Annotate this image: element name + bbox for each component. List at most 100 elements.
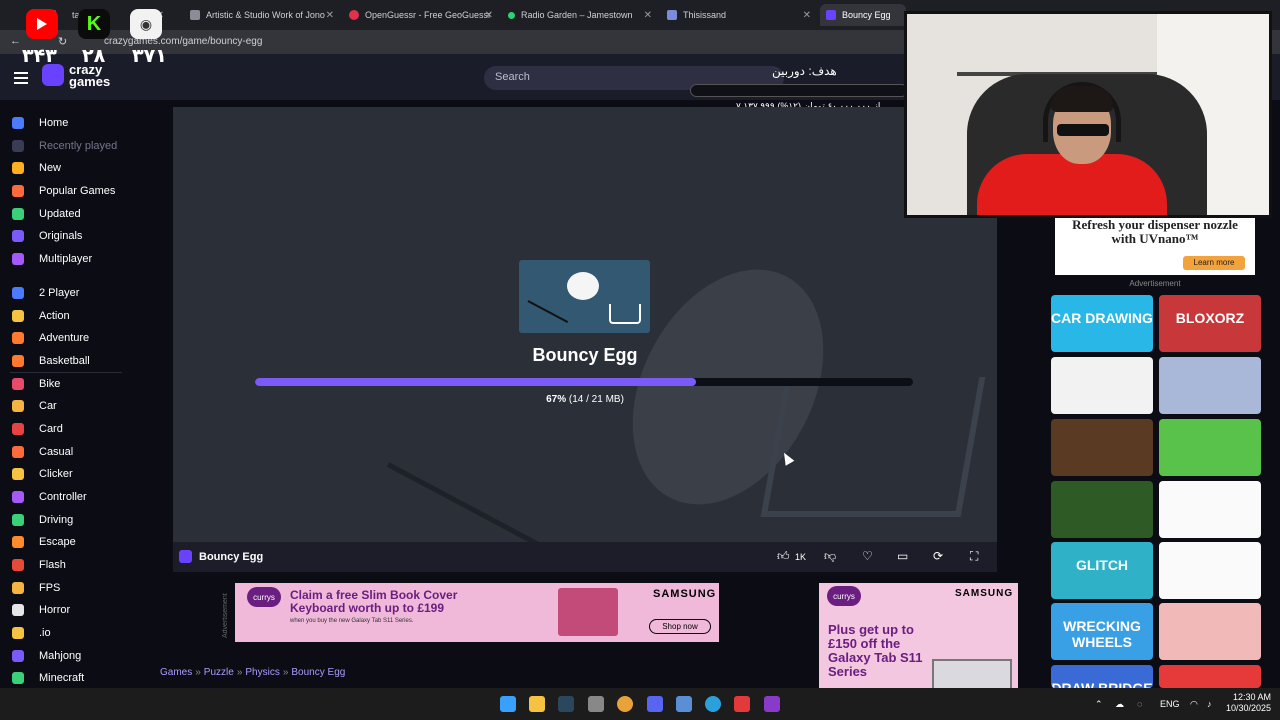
sidebar-item-label: New [39, 162, 62, 174]
sidebar-item-driving[interactable]: Driving [12, 511, 73, 529]
share-icon[interactable]: ⟳ [933, 549, 943, 563]
game-loading-title: Bouncy Egg [532, 345, 638, 365]
sidebar-item-icon [12, 208, 24, 220]
cloud-icon[interactable]: ☁ [1115, 699, 1124, 710]
sidebar-item-label: Popular Games [39, 185, 116, 197]
steam-icon[interactable] [558, 696, 574, 712]
tab-title: Radio Garden – Jamestown [521, 10, 633, 20]
ad-learn-more-button[interactable]: Learn more [1183, 256, 1245, 270]
game-tile[interactable] [1159, 357, 1261, 414]
game-tile[interactable]: DRAW BRIDGE [1051, 665, 1153, 688]
game-tile[interactable] [1051, 481, 1153, 538]
sidebar-item-label: Minecraft [39, 672, 85, 684]
menu-icon[interactable] [14, 72, 28, 84]
close-icon[interactable]: ✕ [485, 10, 493, 21]
game-tile[interactable] [1159, 481, 1261, 538]
sidebar-item-popular-games[interactable]: Popular Games [12, 182, 115, 200]
close-icon[interactable]: ✕ [326, 10, 334, 21]
game-tile[interactable]: CAR DRAWING [1051, 295, 1153, 352]
sidebar-item-mahjong[interactable]: Mahjong [12, 647, 81, 665]
ad-shop-button[interactable]: Shop now [649, 619, 711, 634]
sidebar-item-adventure[interactable]: Adventure [12, 329, 89, 347]
clock[interactable]: 12:30 AM 10/30/2025 [1226, 692, 1271, 714]
breadcrumb-link[interactable]: Puzzle [204, 667, 234, 678]
browser-tab[interactable]: Radio Garden – Jamestown ✕ [502, 4, 658, 26]
sidebar-item-controller[interactable]: Controller [12, 488, 87, 506]
close-icon[interactable]: ✕ [644, 10, 652, 21]
feedback-icon[interactable]: ▭ [897, 549, 908, 563]
thumbs-down-icon[interactable]: 👎︎ [824, 549, 836, 564]
goal-title: هدف: دوربین [772, 64, 837, 78]
language-indicator[interactable]: ENG [1160, 699, 1180, 709]
overlay-stat: ۳۴۳ [22, 46, 57, 67]
sidebar-item-icon [12, 287, 24, 299]
sidebar-item-fps[interactable]: FPS [12, 579, 60, 597]
ad-banner[interactable]: currys Claim a free Slim Book Cover Keyb… [235, 583, 719, 642]
sidebar-item-clicker[interactable]: Clicker [12, 465, 73, 483]
browser-tab[interactable]: Artistic & Studio Work of Jono ✕ [184, 4, 340, 26]
sidebar-item-updated[interactable]: Updated [12, 205, 81, 223]
sidebar-item-casual[interactable]: Casual [12, 443, 73, 461]
tab-title: Artistic & Studio Work of Jono [206, 10, 325, 20]
app-icon[interactable] [734, 696, 750, 712]
game-tile[interactable] [1159, 542, 1261, 599]
sidebar-item-originals[interactable]: Originals [12, 227, 82, 245]
sidebar-item-flash[interactable]: Flash [12, 556, 66, 574]
discord-icon[interactable] [647, 696, 663, 712]
game-tile[interactable] [1051, 419, 1153, 476]
mic-icon[interactable]: ◌ [1137, 699, 1142, 709]
game-tile[interactable]: WRECKING WHEELS [1051, 603, 1153, 660]
game-tile[interactable] [1159, 603, 1261, 660]
sidebar-item-home[interactable]: Home [12, 114, 68, 132]
sidebar-item-horror[interactable]: Horror [12, 601, 70, 619]
breadcrumb-link[interactable]: Physics [245, 667, 279, 678]
sidebar-item-escape[interactable]: Escape [12, 533, 76, 551]
sidebar-item-action[interactable]: Action [12, 307, 70, 325]
game-tile[interactable] [1051, 357, 1153, 414]
url-field[interactable]: crazygames.com/game/bouncy-egg [104, 36, 262, 47]
browser-tab-active[interactable]: Bouncy Egg [820, 4, 906, 26]
heart-icon[interactable]: ♡ [862, 549, 873, 563]
volume-icon[interactable]: ♪ [1207, 699, 1212, 709]
ad-subtext: when you buy the new Galaxy Tab S11 Seri… [290, 618, 414, 624]
sidebar-item-card[interactable]: Card [12, 420, 63, 438]
game-tile[interactable]: GLITCH [1051, 542, 1153, 599]
ad-side[interactable]: currys SAMSUNG Plus get up to £150 off t… [819, 583, 1018, 688]
telegram-icon[interactable] [705, 696, 721, 712]
close-icon[interactable]: ✕ [803, 10, 811, 21]
app-icon[interactable] [676, 696, 692, 712]
ad-top[interactable]: Refresh your dispenser nozzle with UVnan… [1055, 214, 1255, 275]
game-tile[interactable]: BLOXORZ [1159, 295, 1261, 352]
obs-icon[interactable] [588, 696, 604, 712]
browser-tab[interactable]: OpenGuessr - Free GeoGuessr ✕ [343, 4, 499, 26]
sidebar-item-bike[interactable]: Bike [12, 375, 60, 393]
tab-favicon-icon [508, 11, 515, 19]
game-tile[interactable] [1159, 419, 1261, 476]
reload-icon[interactable]: ↻ [58, 35, 67, 48]
sidebar-item-icon [12, 253, 24, 265]
sidebar-item-2-player[interactable]: 2 Player [12, 284, 79, 302]
sidebar-item-basketball[interactable]: Basketball [12, 352, 90, 370]
browser-tab[interactable]: Thisissand ✕ [661, 4, 817, 26]
sidebar-item-minecraft[interactable]: Minecraft [12, 669, 84, 687]
sidebar-item-icon [12, 650, 24, 662]
game-tile[interactable] [1159, 665, 1261, 688]
sidebar-item-label: Adventure [39, 332, 90, 344]
thumbs-up-icon[interactable]: 👍︎ [777, 549, 790, 564]
sidebar-item-new[interactable]: New [12, 159, 61, 177]
fullscreen-icon[interactable]: ⛶ [970, 549, 978, 564]
back-arrow-icon[interactable]: ← [10, 35, 21, 47]
wifi-icon[interactable]: ◠ [1190, 699, 1198, 710]
sidebar-item-io[interactable]: .io [12, 624, 51, 642]
sidebar-item-recently-played[interactable]: Recently played [12, 137, 117, 155]
file-explorer-icon[interactable] [529, 696, 545, 712]
sidebar-item-multiplayer[interactable]: Multiplayer [12, 250, 92, 268]
sidebar-item-car[interactable]: Car [12, 397, 57, 415]
breadcrumb-link[interactable]: Games [160, 667, 192, 678]
app-icon[interactable] [764, 696, 780, 712]
chevron-up-icon[interactable]: ⌃ [1095, 699, 1103, 710]
chrome-icon[interactable] [617, 696, 633, 712]
windows-start-icon[interactable] [500, 696, 516, 712]
sidebar-item-icon [12, 332, 24, 344]
breadcrumb-current[interactable]: Bouncy Egg [291, 667, 345, 678]
